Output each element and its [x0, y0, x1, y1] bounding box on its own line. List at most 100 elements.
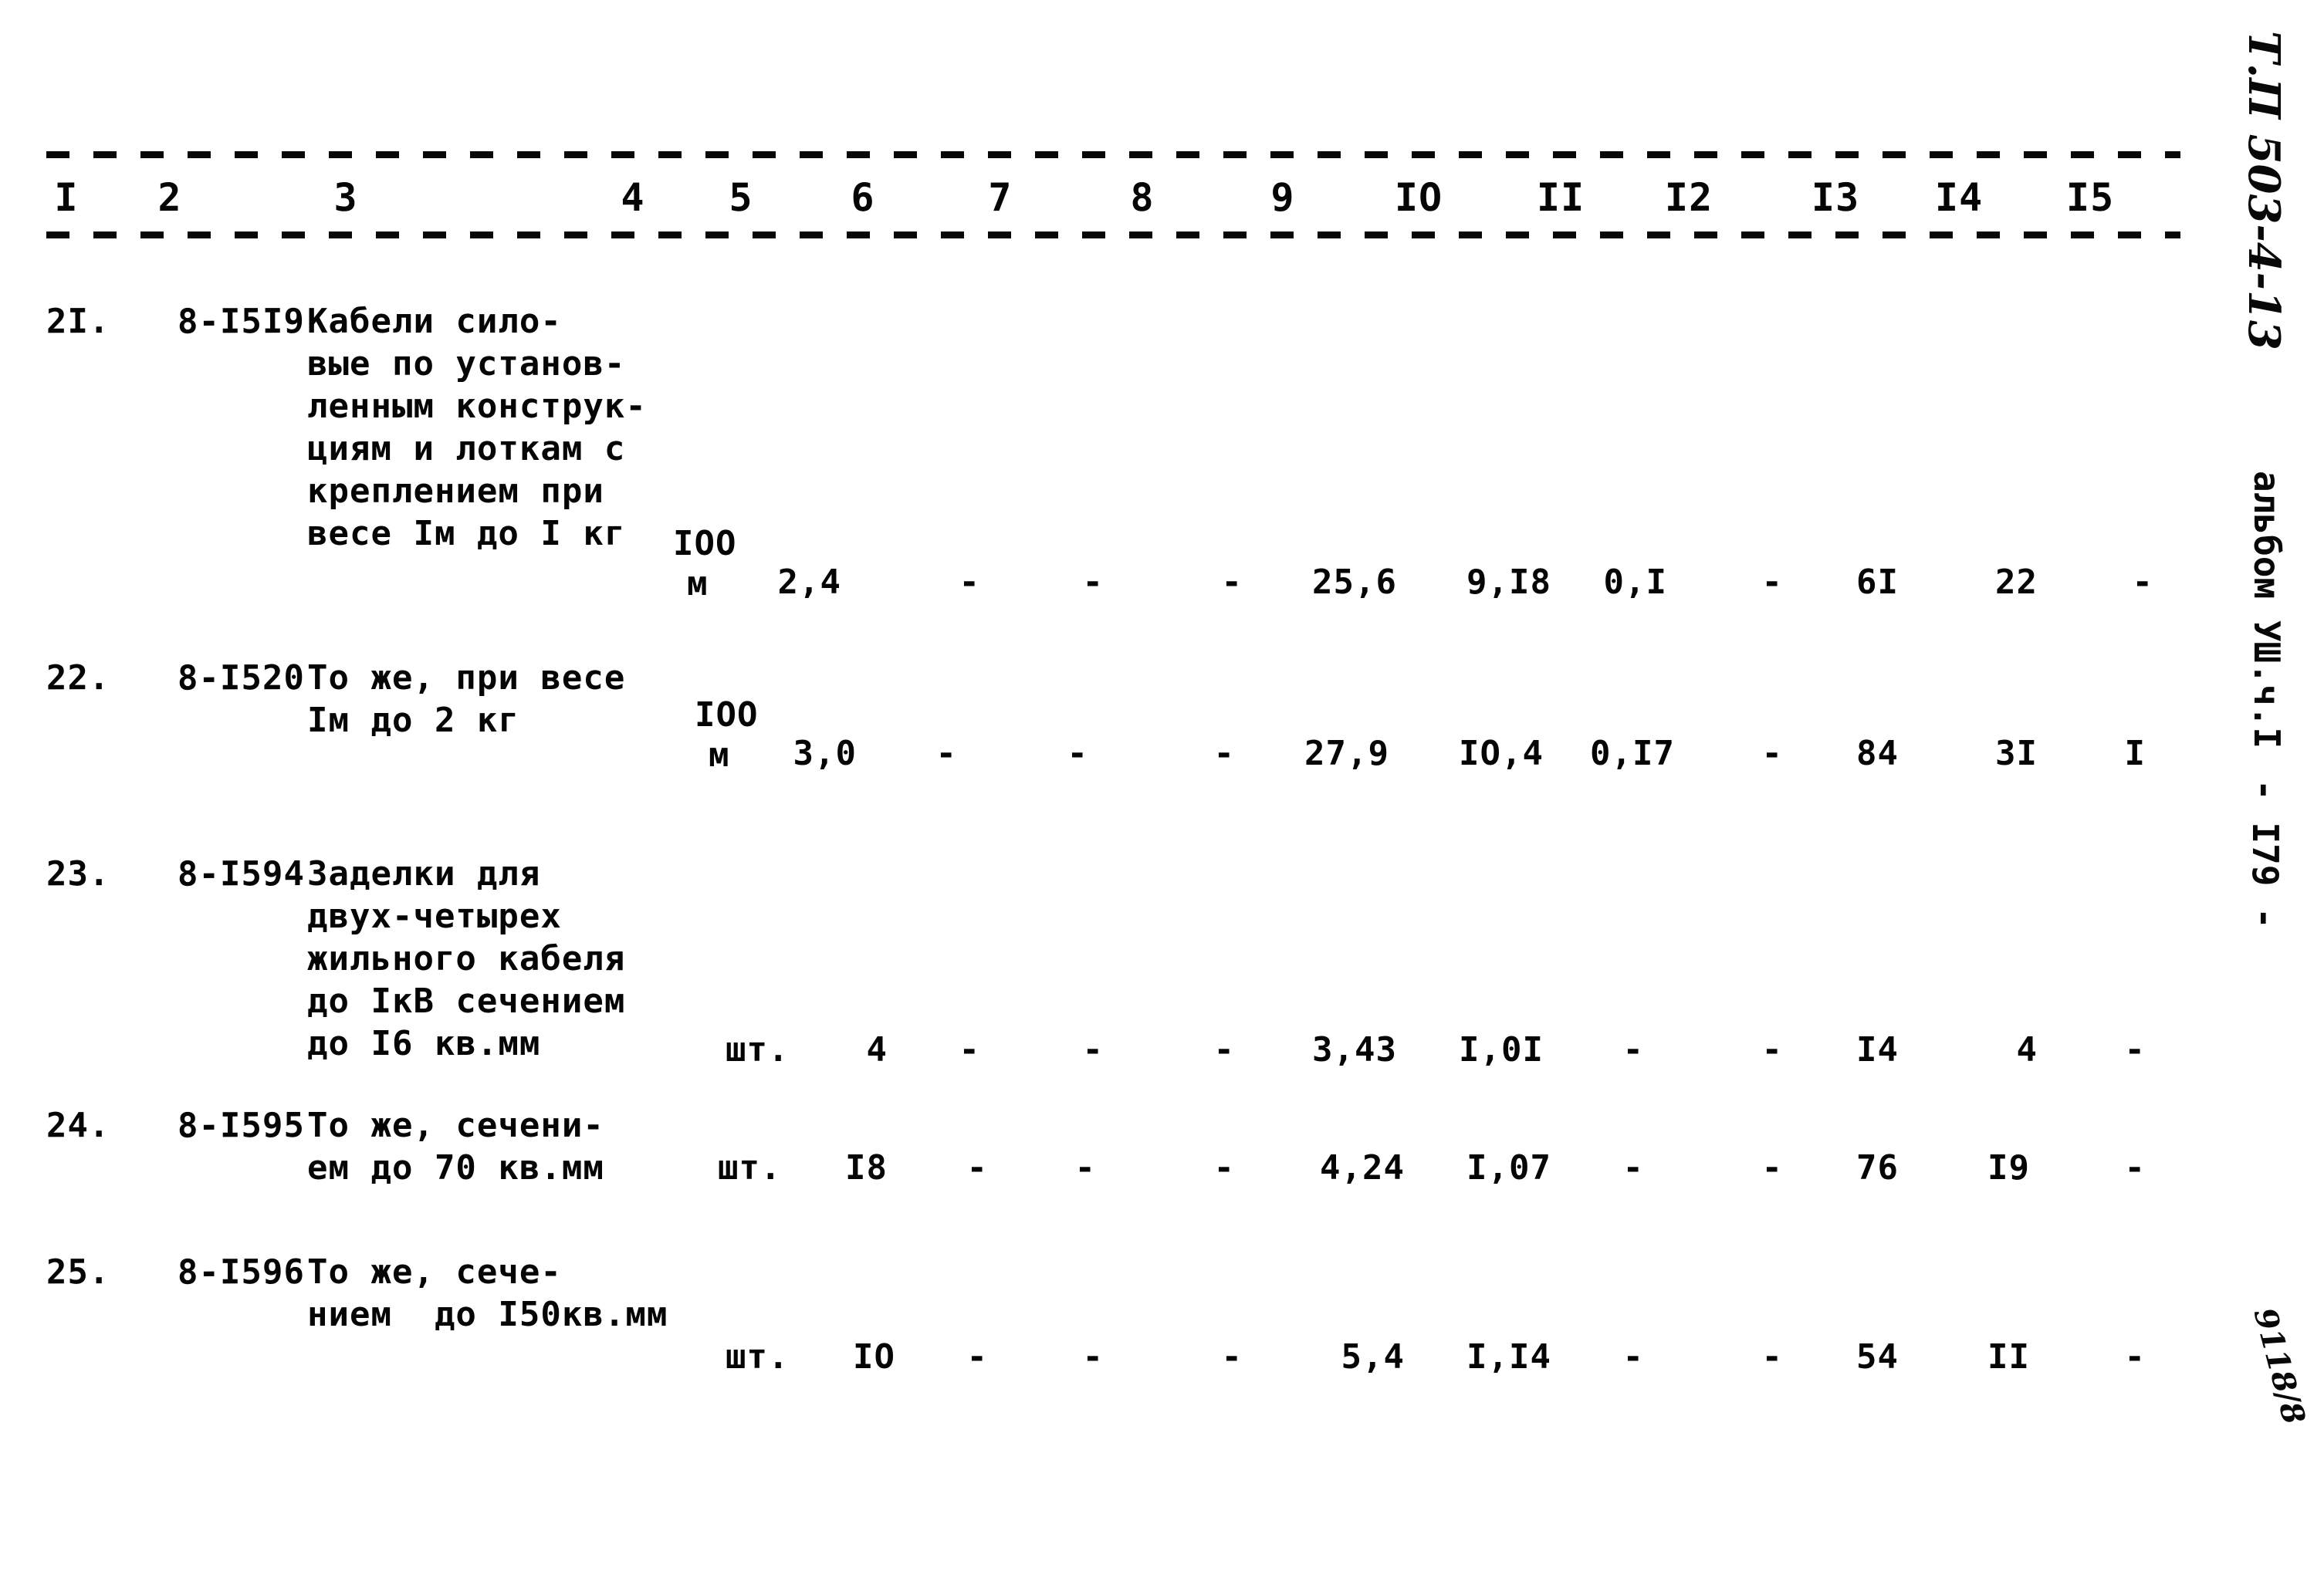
row-value: 4: [2016, 1030, 2038, 1070]
column-number-2: 2: [157, 174, 182, 221]
column-number-4: 4: [621, 174, 645, 221]
row-value: I,I4: [1466, 1337, 1551, 1377]
row-value: 27,9: [1304, 734, 1389, 773]
row-value: I8: [845, 1148, 888, 1188]
row-description-line: То же, сечени-: [307, 1106, 604, 1145]
row-value: -: [1082, 563, 1104, 602]
margin-album: альбом УШ.ч.I: [2246, 471, 2288, 749]
row-value: -: [1622, 1337, 1644, 1377]
row-unit-line: шт.: [726, 1337, 790, 1377]
margin-stamp: 9118/8: [2246, 1304, 2312, 1428]
column-number-6: 6: [851, 174, 875, 221]
row-value: -: [1622, 1148, 1644, 1188]
row-description-line: Iм до 2 кг: [307, 701, 519, 740]
column-number-15: I5: [2065, 174, 2115, 221]
row-value: -: [2132, 563, 2153, 602]
row-description-line: То же, при весе: [307, 658, 626, 698]
column-number-12: I2: [1664, 174, 1713, 221]
row-description-line: циям и лоткам с: [307, 429, 626, 468]
row-value: -: [1761, 1148, 1783, 1188]
column-number-7: 7: [988, 174, 1013, 221]
row-value: 2,4: [777, 563, 841, 602]
row-unit-line: м: [687, 564, 709, 603]
row-value: -: [1082, 1337, 1104, 1377]
scanned-page: I 2 3 4 5 6 7 8 9 IO II I2 I3 I4 I5 2I. …: [0, 0, 2324, 1595]
row-value: IO: [853, 1337, 895, 1377]
row-description-line: Заделки для: [307, 854, 541, 894]
row-description-line: нием до I50кв.мм: [307, 1295, 668, 1334]
row-number: 2I.: [46, 302, 110, 342]
row-value: -: [966, 1148, 988, 1188]
column-number-10: IO: [1394, 174, 1443, 221]
row-value: 6I: [1856, 563, 1899, 602]
row-description-line: То же, сече-: [307, 1252, 562, 1292]
row-description-line: жильного кабеля: [307, 939, 626, 978]
row-value: I,0I: [1459, 1030, 1544, 1070]
row-value: 5,4: [1341, 1337, 1405, 1377]
column-number-13: I3: [1811, 174, 1860, 221]
row-value: -: [1213, 734, 1235, 773]
column-number-11: II: [1536, 174, 1585, 221]
row-description-line: до I6 кв.мм: [307, 1024, 541, 1063]
row-value: 4: [866, 1030, 888, 1070]
row-value: IO,4: [1459, 734, 1544, 773]
header-rule-top: [46, 151, 2180, 158]
row-description-line: Кабели сило-: [307, 302, 562, 341]
row-unit-line: м: [709, 735, 730, 775]
row-description-line: ленным конструк-: [307, 387, 647, 426]
row-value: -: [959, 563, 980, 602]
row-value: I4: [1856, 1030, 1899, 1070]
row-value: I: [2124, 734, 2146, 773]
row-value: 3,0: [793, 734, 857, 773]
column-number-14: I4: [1934, 174, 1984, 221]
row-number: 23.: [46, 854, 110, 894]
column-number-9: 9: [1270, 174, 1295, 221]
row-value: 22: [1995, 563, 2038, 602]
page-margin-annotations: Т.П 503-4-13 альбом УШ.ч.I - I79 - 9118/…: [2206, 0, 2312, 1595]
row-value: 84: [1856, 734, 1899, 773]
row-value: -: [1622, 1030, 1644, 1070]
row-value: I9: [1987, 1148, 2030, 1188]
column-number-8: 8: [1130, 174, 1155, 221]
row-description-line: ем до 70 кв.мм: [307, 1148, 604, 1188]
row-unit-line: шт.: [726, 1030, 790, 1070]
table-column-header: I 2 3 4 5 6 7 8 9 IO II I2 I3 I4 I5: [0, 151, 2184, 252]
margin-project-code: Т.П 503-4-13: [2238, 31, 2289, 350]
row-value: 4,24: [1320, 1148, 1405, 1188]
row-value: -: [1761, 1030, 1783, 1070]
row-description-line: двух-четырех: [307, 897, 562, 936]
row-value: 3I: [1995, 734, 2038, 773]
row-value: 0,I7: [1590, 734, 1675, 773]
row-value: 25,6: [1312, 563, 1397, 602]
row-value: 9,I8: [1466, 563, 1551, 602]
row-value: -: [1221, 1337, 1243, 1377]
row-value: -: [1761, 1337, 1783, 1377]
row-value: -: [1761, 563, 1783, 602]
row-number: 25.: [46, 1252, 110, 1293]
column-number-5: 5: [729, 174, 753, 221]
row-value: -: [1074, 1148, 1096, 1188]
row-value: -: [1221, 563, 1243, 602]
row-value: -: [1761, 734, 1783, 773]
margin-page-number: - I79 -: [2245, 779, 2286, 929]
row-value: -: [1082, 1030, 1104, 1070]
row-value: -: [1213, 1030, 1235, 1070]
row-value: -: [966, 1337, 988, 1377]
row-description-line: креплением при: [307, 471, 604, 511]
column-number-3: 3: [333, 174, 358, 221]
row-number: 24.: [46, 1106, 110, 1146]
row-description-line: до IкВ сечением: [307, 982, 626, 1021]
row-value: -: [2124, 1030, 2146, 1070]
row-number: 22.: [46, 658, 110, 698]
row-value: -: [2124, 1337, 2146, 1377]
row-description-line: вые по установ-: [307, 344, 626, 384]
row-value: -: [959, 1030, 980, 1070]
row-value: -: [1067, 734, 1088, 773]
row-value: 54: [1856, 1337, 1899, 1377]
row-value: I,07: [1466, 1148, 1551, 1188]
row-value: -: [1213, 1148, 1235, 1188]
row-value: 3,43: [1312, 1030, 1397, 1070]
row-value: 76: [1856, 1148, 1899, 1188]
row-value: -: [2124, 1148, 2146, 1188]
column-number-1: I: [54, 174, 79, 221]
